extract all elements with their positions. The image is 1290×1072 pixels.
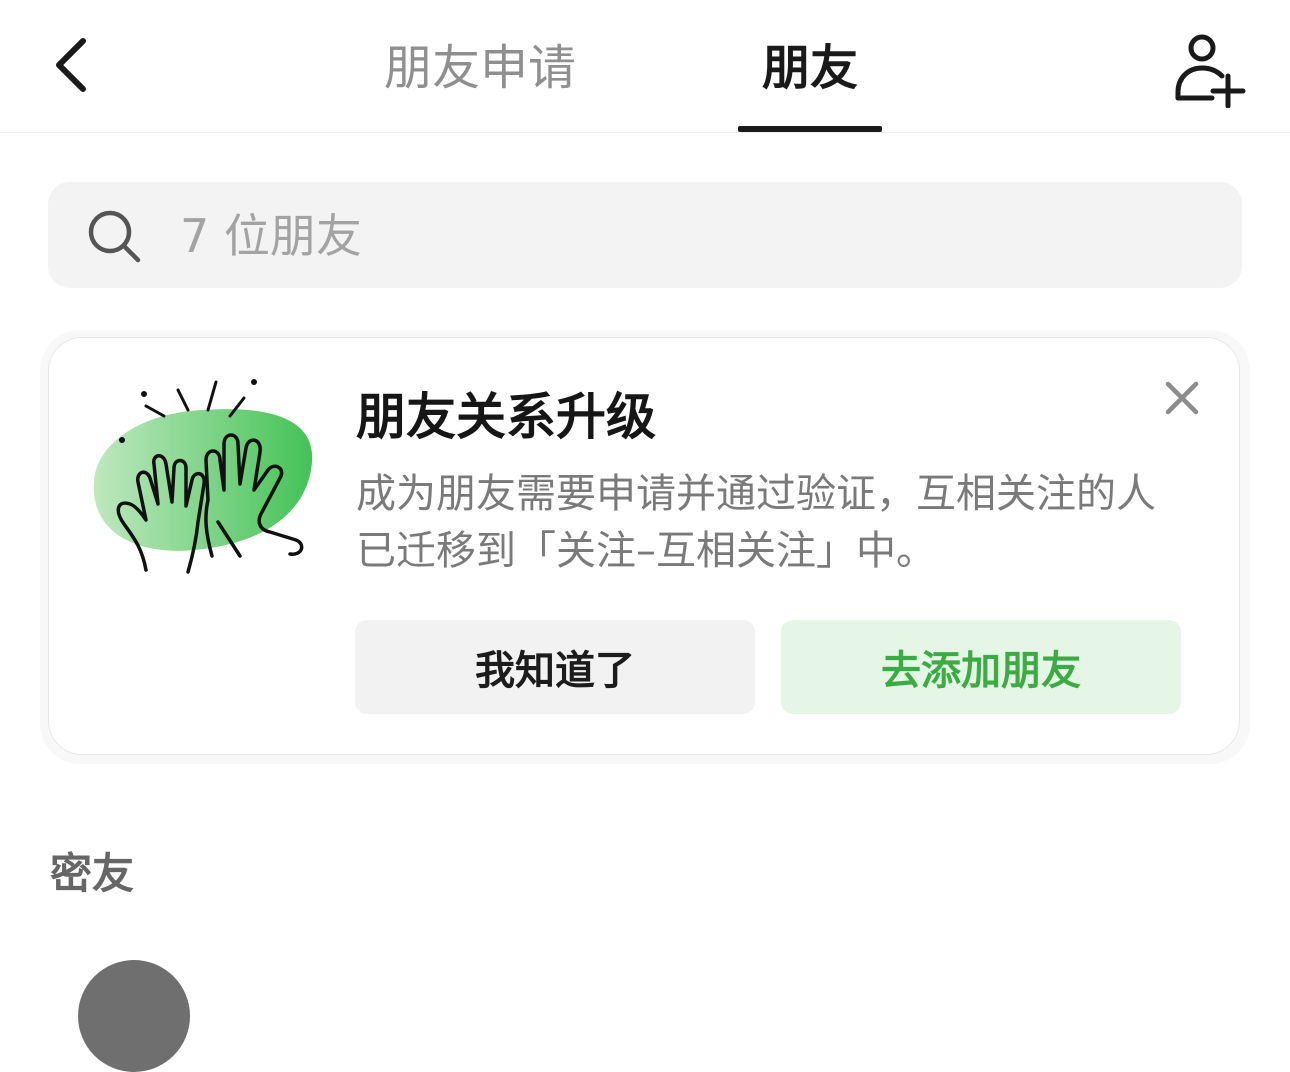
add-friend-button[interactable] <box>1172 32 1248 108</box>
go-add-friends-button[interactable]: 去添加朋友 <box>781 620 1181 714</box>
avatar[interactable] <box>78 960 190 1072</box>
tab-friend-requests[interactable]: 朋友申请 <box>384 36 576 100</box>
close-card-button[interactable] <box>1158 374 1206 422</box>
acknowledge-button[interactable]: 我知道了 <box>355 620 755 714</box>
tab-friends[interactable]: 朋友 <box>762 36 858 100</box>
card-description: 成为朋友需要申请并通过验证，互相关注的人已迁移到「关注–互相关注」中。 <box>356 471 1156 574</box>
active-tab-indicator <box>738 126 882 132</box>
close-icon <box>1165 381 1199 415</box>
top-nav-bar: 朋友申请 朋友 <box>0 0 1290 133</box>
user-plus-icon <box>1175 34 1246 108</box>
card-title: 朋友关系升级 <box>356 388 656 446</box>
high-five-hands-illustration <box>93 379 313 574</box>
back-button[interactable] <box>36 30 106 100</box>
search-placeholder: 7 位朋友 <box>180 209 362 263</box>
chevron-left-icon <box>56 38 86 92</box>
search-icon <box>88 210 141 263</box>
section-label-close-friends: 密友 <box>50 849 135 898</box>
